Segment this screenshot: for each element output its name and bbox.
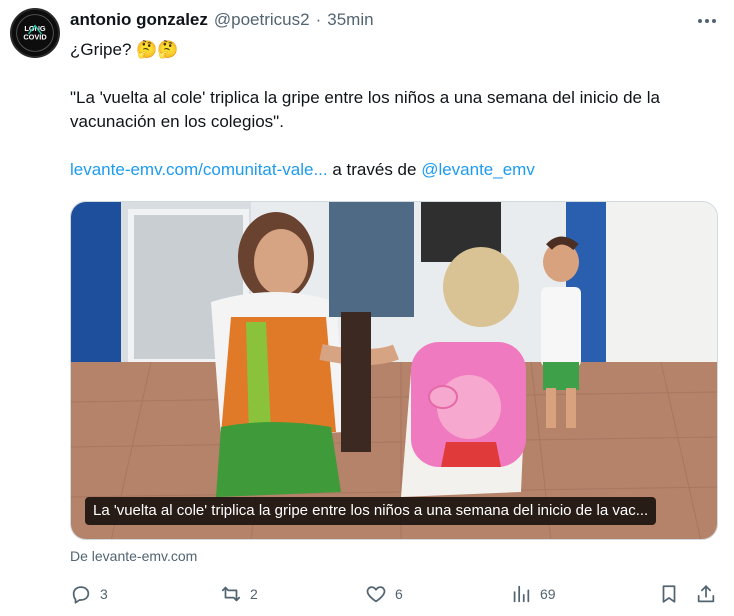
action-bar: 3 2 6 69	[70, 578, 720, 610]
retweet-count: 2	[250, 586, 258, 602]
header-separator: ·	[315, 10, 322, 29]
author-name[interactable]: antonio gonzalez	[70, 10, 208, 30]
views-icon	[513, 585, 530, 603]
via-text: a través de	[327, 160, 422, 179]
reply-icon	[72, 586, 90, 604]
reply-button[interactable]: 3	[70, 578, 108, 610]
media-source[interactable]: De levante-emv.com	[70, 548, 197, 564]
views-count: 69	[540, 586, 556, 602]
retweet-icon	[221, 586, 241, 602]
share-button[interactable]	[695, 578, 717, 610]
avatar-text-covid: COVID	[23, 32, 46, 41]
tweet-text: ¿Gripe? 🤔🤔 "La 'vuelta al cole' triplica…	[70, 38, 720, 182]
avatar[interactable]: LONG COVID	[10, 8, 60, 58]
tweet-line-question: ¿Gripe? 🤔🤔	[70, 40, 179, 59]
media-photo	[71, 202, 717, 539]
retweet-button[interactable]: 2	[220, 578, 258, 610]
views-button[interactable]: 69	[510, 578, 556, 610]
reply-count: 3	[100, 586, 108, 602]
tweet-header: antonio gonzalez @poetricus2 · 35min	[70, 10, 374, 32]
like-count: 6	[395, 586, 403, 602]
mention-link[interactable]: @levante_emv	[421, 160, 535, 179]
tweet-quote: "La 'vuelta al cole' triplica la gripe e…	[70, 88, 660, 131]
tweet-time[interactable]: 35min	[327, 10, 373, 30]
more-icon[interactable]	[694, 10, 720, 32]
bookmark-button[interactable]	[658, 578, 680, 610]
share-icon	[697, 585, 715, 603]
tweet-link-line: levante-emv.com/comunitat-vale... a trav…	[70, 158, 720, 182]
media-card[interactable]: La 'vuelta al cole' triplica la gripe en…	[70, 201, 718, 540]
article-link[interactable]: levante-emv.com/comunitat-vale...	[70, 160, 328, 179]
bookmark-icon	[662, 585, 676, 603]
media-caption: La 'vuelta al cole' triplica la gripe en…	[85, 497, 657, 525]
author-handle[interactable]: @poetricus2	[214, 10, 310, 30]
like-button[interactable]: 6	[365, 578, 403, 610]
heart-icon	[366, 586, 386, 603]
